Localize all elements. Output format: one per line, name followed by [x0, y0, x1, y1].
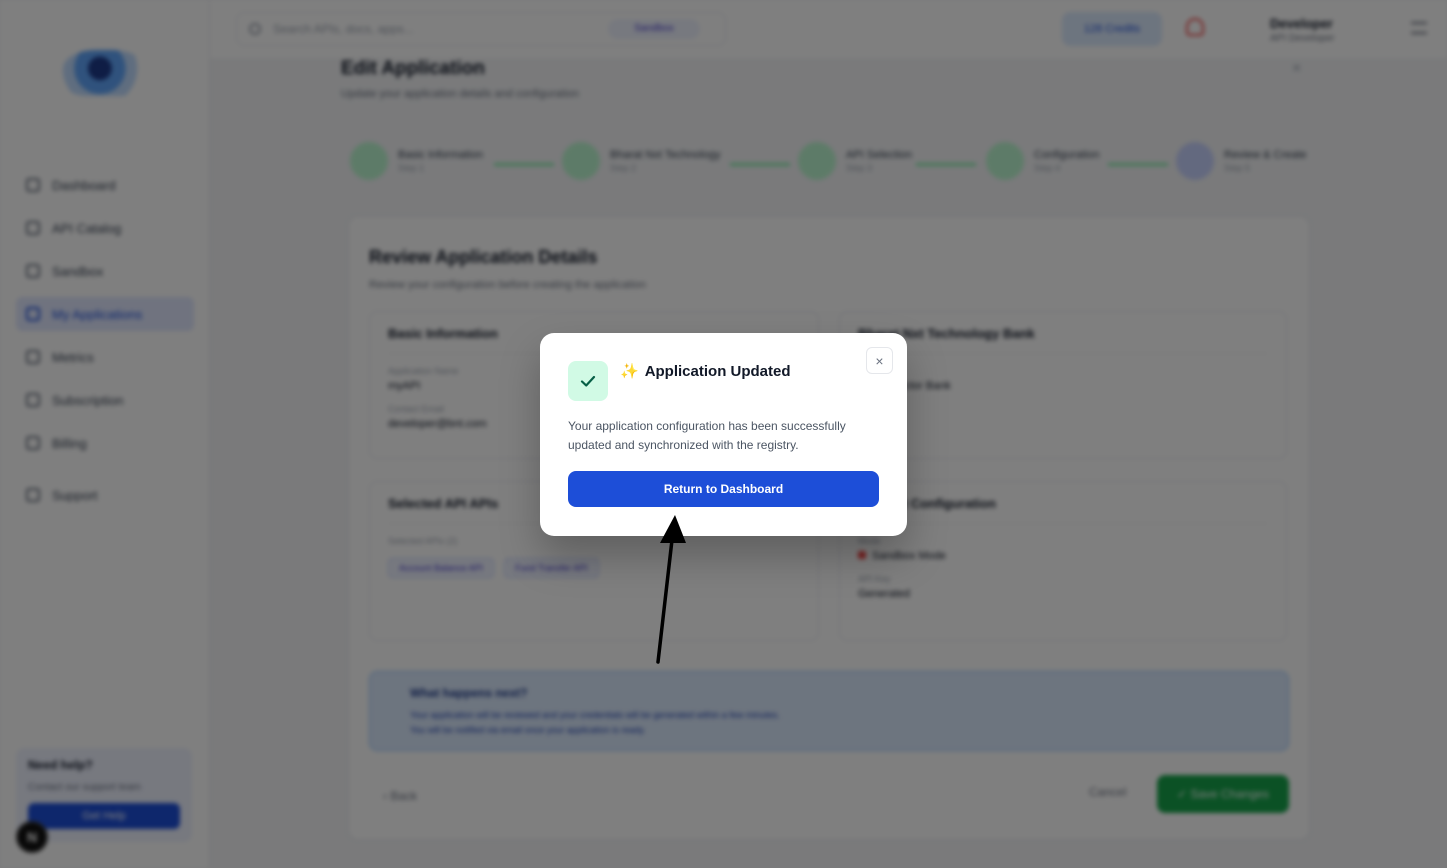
- modal-message: Your application configuration has been …: [568, 419, 846, 452]
- sparkles-icon: ✨: [620, 363, 639, 380]
- return-to-dashboard-button[interactable]: Return to Dashboard: [568, 471, 879, 507]
- success-modal: ✨ Application Updated × Your application…: [540, 333, 907, 536]
- close-button[interactable]: ×: [866, 347, 893, 374]
- checkmark-icon: [580, 375, 596, 387]
- modal-title: ✨ Application Updated: [620, 362, 791, 381]
- success-badge: [568, 361, 608, 401]
- modal-title-text: Application Updated: [644, 362, 791, 380]
